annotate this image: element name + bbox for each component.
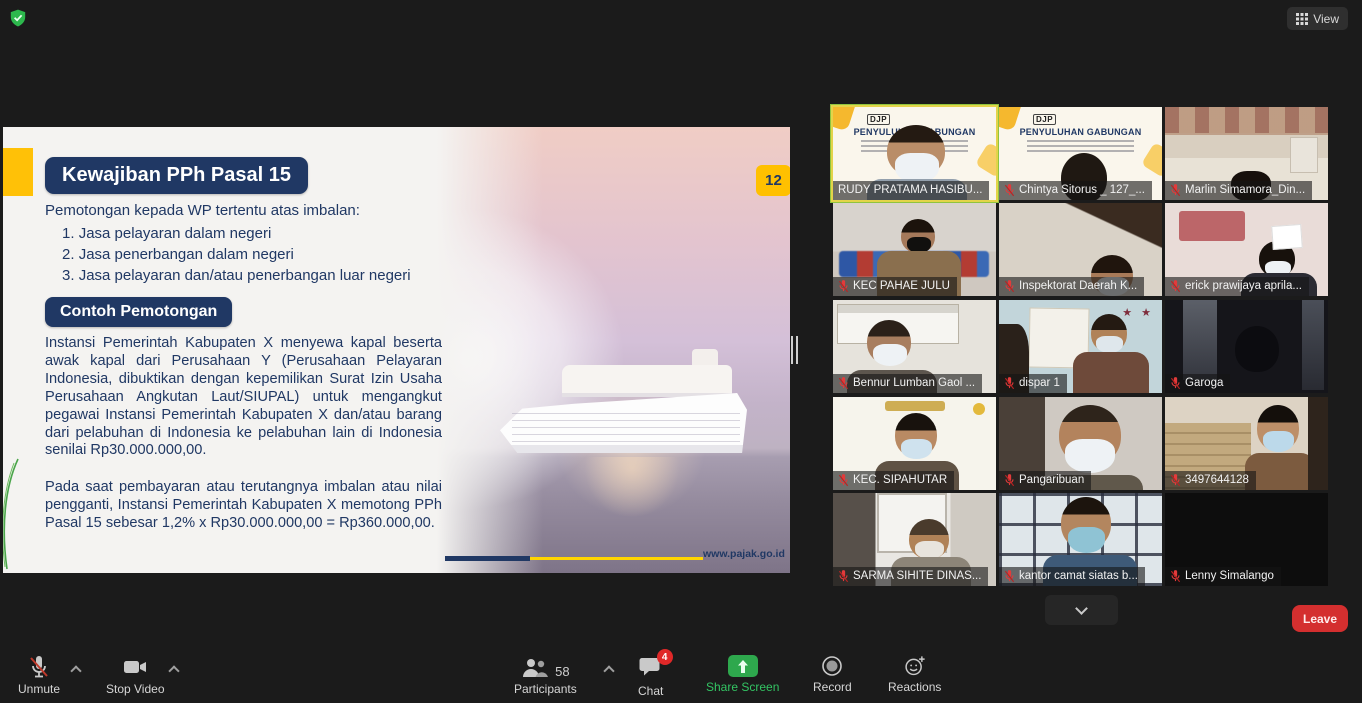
mic-options-chevron[interactable] <box>70 665 81 676</box>
participant-name: Lenny Simalango <box>1165 567 1281 586</box>
record-label: Record <box>813 680 852 694</box>
panel-resize-handle[interactable] <box>791 336 799 364</box>
participant-name: Pangaribuan <box>999 471 1091 490</box>
participant-tile[interactable]: SARMA SIHITE DINAS... <box>833 493 996 586</box>
participant-tile[interactable]: KEC PAHAE JULU <box>833 203 996 296</box>
participant-tile[interactable]: DJP PENYULUHAN GABUNGAN RUDY PRATAMA HAS… <box>833 107 996 200</box>
slide-footer-bar-yellow <box>530 557 703 560</box>
slide-paragraph: Instansi Pemerintah Kabupaten X menyewa … <box>45 335 442 460</box>
stop-video-button[interactable]: Stop Video <box>106 655 165 696</box>
share-screen-icon <box>728 655 758 677</box>
participant-name: Marlin Simamora_Din... <box>1165 181 1312 200</box>
list-item: Jasa penerbangan dalam negeri <box>62 244 411 265</box>
sunset-ship-photo <box>437 127 790 573</box>
leave-button[interactable]: Leave <box>1292 605 1348 632</box>
collapse-gallery-button[interactable] <box>1045 595 1118 625</box>
record-icon <box>821 655 843 677</box>
slide-page-number: 12 <box>756 165 790 196</box>
share-screen-button[interactable]: Share Screen <box>706 655 779 694</box>
unmute-button[interactable]: Unmute <box>18 655 60 696</box>
shared-screen-slide: Kewajiban PPh Pasal 15 12 Pemotongan kep… <box>3 127 790 573</box>
reactions-smiley-icon <box>903 655 927 677</box>
participant-tile[interactable]: Inspektorat Daerah K... <box>999 203 1162 296</box>
muted-mic-icon <box>1004 377 1015 390</box>
participants-label: Participants <box>514 682 577 696</box>
muted-mic-icon <box>1004 280 1015 293</box>
view-button-label: View <box>1313 12 1339 26</box>
participant-name: Inspektorat Daerah K... <box>999 277 1144 296</box>
slide-intro-text: Pemotongan kepada WP tertentu atas imbal… <box>45 202 360 219</box>
slide-website: www.pajak.go.id <box>703 548 785 560</box>
participant-name: KEC PAHAE JULU <box>833 277 957 296</box>
slide-numbered-list: Jasa pelayaran dalam negeri Jasa penerba… <box>45 223 411 286</box>
participant-name: erick prawijaya aprila... <box>1165 277 1309 296</box>
muted-mic-icon <box>838 570 849 583</box>
participant-tile[interactable]: Lenny Simalango <box>1165 493 1328 586</box>
unmute-label: Unmute <box>18 682 60 696</box>
participant-name: SARMA SIHITE DINAS... <box>833 567 988 586</box>
participant-name: Garoga <box>1165 374 1230 393</box>
muted-mic-icon <box>1004 184 1015 197</box>
slide-paragraph: Pada saat pembayaran atau terutangnya im… <box>45 479 442 533</box>
meeting-toolbar: Unmute Stop Video 58 Participants <box>0 647 1362 703</box>
muted-mic-icon <box>838 377 849 390</box>
participant-name: KEC. SIPAHUTAR <box>833 471 954 490</box>
list-item: Jasa pelayaran dalam negeri <box>62 223 411 244</box>
reactions-label: Reactions <box>888 680 941 694</box>
participant-name: Bennur Lumban Gaol ... <box>833 374 982 393</box>
muted-mic-icon <box>1170 570 1181 583</box>
participant-tile[interactable]: 3497644128 <box>1165 397 1328 490</box>
chat-button[interactable]: 4 Chat <box>638 655 663 698</box>
participant-name: Chintya Sitorus _ 127_... <box>999 181 1152 200</box>
chat-unread-badge: 4 <box>657 649 673 665</box>
chevron-down-icon <box>1075 602 1088 615</box>
chat-label: Chat <box>638 684 663 698</box>
slide-title: Kewajiban PPh Pasal 15 <box>45 157 308 194</box>
participant-name: 3497644128 <box>1165 471 1256 490</box>
participant-tile[interactable]: Bennur Lumban Gaol ... <box>833 300 996 393</box>
participant-tile[interactable]: Marlin Simamora_Din... <box>1165 107 1328 200</box>
participant-tile[interactable]: dispar 1 <box>999 300 1162 393</box>
muted-mic-icon <box>1170 377 1181 390</box>
participant-tile[interactable]: Garoga <box>1165 300 1328 393</box>
share-screen-label: Share Screen <box>706 680 779 694</box>
participant-tile[interactable]: DJP PENYULUHAN GABUNGAN Chintya Sitorus … <box>999 107 1162 200</box>
muted-mic-icon <box>1170 474 1181 487</box>
video-options-chevron[interactable] <box>168 665 179 676</box>
grid-view-icon <box>1296 13 1308 25</box>
participants-icon <box>521 657 549 679</box>
muted-mic-icon <box>1004 570 1015 583</box>
muted-mic-icon <box>1004 474 1015 487</box>
participant-tile[interactable]: KEC. SIPAHUTAR <box>833 397 996 490</box>
participant-name: kantor camat siatas b... <box>999 567 1145 586</box>
slide-accent-square <box>3 148 33 196</box>
participant-tile[interactable]: Pangaribuan <box>999 397 1162 490</box>
participants-count: 58 <box>555 664 569 679</box>
list-item: Jasa pelayaran dan/atau penerbangan luar… <box>62 265 411 286</box>
video-camera-icon <box>122 655 148 679</box>
muted-mic-icon <box>1170 280 1181 293</box>
muted-mic-icon <box>1170 184 1181 197</box>
participant-tile[interactable]: kantor camat siatas b... <box>999 493 1162 586</box>
security-shield-icon[interactable] <box>9 9 27 27</box>
muted-mic-icon <box>838 474 849 487</box>
muted-mic-icon <box>27 655 51 679</box>
muted-mic-icon <box>838 280 849 293</box>
stop-video-label: Stop Video <box>106 682 165 696</box>
participant-name: dispar 1 <box>999 374 1067 393</box>
view-button[interactable]: View <box>1287 7 1348 30</box>
record-button[interactable]: Record <box>813 655 852 694</box>
slide-subtitle: Contoh Pemotongan <box>45 297 232 327</box>
decorative-green-curve <box>3 457 23 573</box>
zoom-meeting-window: View Kewajiban PPh Pasal 15 12 Pemotonga… <box>0 0 1362 703</box>
reactions-button[interactable]: Reactions <box>888 655 941 694</box>
participant-tile[interactable]: erick prawijaya aprila... <box>1165 203 1328 296</box>
participant-name: RUDY PRATAMA HASIBU... <box>833 181 989 200</box>
slide-footer-bar-navy <box>445 556 530 561</box>
participants-button[interactable]: 58 Participants <box>514 655 577 696</box>
participants-options-chevron[interactable] <box>603 665 614 676</box>
